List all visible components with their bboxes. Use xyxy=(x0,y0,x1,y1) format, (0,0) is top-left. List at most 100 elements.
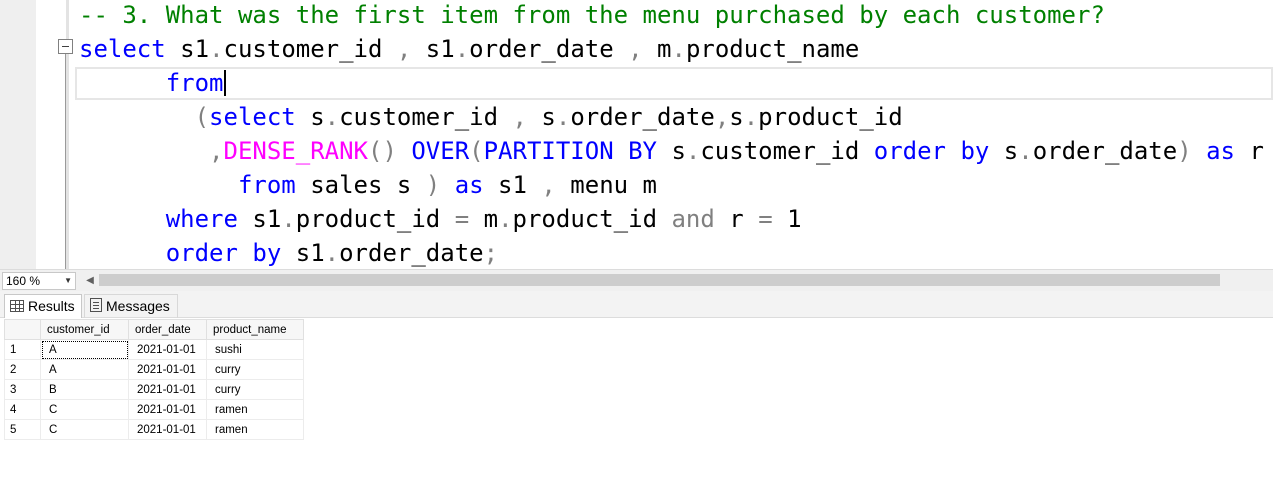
code-token: = xyxy=(758,205,773,233)
code-token: , xyxy=(628,35,643,63)
cell-order-date[interactable]: 2021-01-01 xyxy=(128,339,207,360)
tab-messages-label: Messages xyxy=(106,298,170,314)
table-row[interactable]: 5 C 2021-01-01 ramen xyxy=(4,419,304,440)
code-token: , xyxy=(714,103,730,131)
code-line[interactable]: -- 3. What was the first item from the m… xyxy=(79,0,1105,32)
table-row[interactable]: 4 C 2021-01-01 ramen xyxy=(4,399,304,420)
code-token: customer_id xyxy=(700,137,874,165)
code-line[interactable]: where s1.product_id = m.product_id and r… xyxy=(79,202,802,236)
tab-results[interactable]: Results xyxy=(4,294,82,318)
cell-product-name[interactable]: curry xyxy=(206,359,304,380)
tab-messages[interactable]: Messages xyxy=(84,294,178,318)
grid-icon xyxy=(10,300,24,312)
code-token: , xyxy=(512,103,527,131)
cell-order-date[interactable]: 2021-01-01 xyxy=(128,359,207,380)
code-token: product_id xyxy=(295,205,455,233)
column-header-customer-id[interactable]: customer_id xyxy=(40,319,129,340)
code-line[interactable]: select s1.customer_id , s1.order_date , … xyxy=(79,32,859,66)
code-token: . xyxy=(743,103,759,131)
code-token: as xyxy=(440,171,484,199)
cell-customer-id[interactable]: A xyxy=(40,359,129,380)
code-token: . xyxy=(209,35,224,63)
code-token: customer_id xyxy=(223,35,397,63)
code-token: DENSE_RANK xyxy=(223,137,369,165)
code-token: . xyxy=(671,35,686,63)
query-editor[interactable]: -- 3. What was the first item from the m… xyxy=(0,0,1273,269)
code-line[interactable]: order by s1.order_date; xyxy=(79,236,498,269)
code-token: s xyxy=(526,103,556,131)
code-line[interactable]: from sales s ) as s1 , menu m xyxy=(79,168,657,202)
table-row[interactable]: 3 B 2021-01-01 curry xyxy=(4,379,304,400)
editor-gutter xyxy=(0,0,36,269)
zoom-value: 160 % xyxy=(6,274,41,288)
cell-customer-id[interactable]: C xyxy=(40,399,129,420)
code-token: s1 xyxy=(281,239,325,267)
cell-customer-id[interactable]: C xyxy=(40,419,129,440)
table-row[interactable]: 2 A 2021-01-01 curry xyxy=(4,359,304,380)
cell-product-name[interactable]: sushi xyxy=(206,339,304,360)
code-token: product_id xyxy=(512,205,672,233)
results-grid-area: customer_id order_date product_name 1 A … xyxy=(0,319,1273,486)
code-token: () xyxy=(368,137,397,165)
code-line[interactable]: ,DENSE_RANK() OVER(PARTITION BY s.custom… xyxy=(79,134,1264,168)
cell-product-name[interactable]: ramen xyxy=(206,419,304,440)
cell-product-name[interactable]: curry xyxy=(206,379,304,400)
code-token: order by xyxy=(79,239,282,267)
code-token: s1 xyxy=(411,35,455,63)
code-token: order_date xyxy=(570,103,715,131)
code-token: order by xyxy=(873,137,990,165)
code-token: order_date xyxy=(1032,137,1178,165)
horizontal-scrollbar-thumb[interactable] xyxy=(99,274,1220,286)
tab-results-label: Results xyxy=(28,298,75,314)
code-token: ) xyxy=(1177,137,1192,165)
cell-product-name[interactable]: ramen xyxy=(206,399,304,420)
code-token: . xyxy=(454,35,470,63)
code-token: m xyxy=(469,205,499,233)
row-number[interactable]: 5 xyxy=(4,419,41,440)
cell-order-date[interactable]: 2021-01-01 xyxy=(128,399,207,420)
row-number[interactable]: 1 xyxy=(4,339,41,360)
code-line[interactable]: from xyxy=(79,66,226,100)
code-token: sales s xyxy=(295,171,426,199)
code-token: customer_id xyxy=(339,103,513,131)
code-token: product_id xyxy=(758,103,903,131)
code-token: = xyxy=(454,205,470,233)
row-number[interactable]: 4 xyxy=(4,399,41,420)
editor-status-strip: 160 % ▼ ◀ xyxy=(0,269,1273,291)
code-token: , xyxy=(396,35,412,63)
table-row[interactable]: 1 A 2021-01-01 sushi xyxy=(4,339,304,360)
cell-order-date[interactable]: 2021-01-01 xyxy=(128,379,207,400)
code-token: s xyxy=(729,103,744,131)
code-token: . xyxy=(498,205,513,233)
column-header-product-name[interactable]: product_name xyxy=(206,319,304,340)
code-token: order_date xyxy=(469,35,629,63)
code-token: s xyxy=(989,137,1019,165)
code-token: r xyxy=(1235,137,1264,165)
code-token: product_name xyxy=(685,35,860,63)
cell-order-date[interactable]: 2021-01-01 xyxy=(128,419,207,440)
results-grid: customer_id order_date product_name 1 A … xyxy=(4,319,304,440)
row-number[interactable]: 3 xyxy=(4,379,41,400)
code-token: where xyxy=(79,205,238,233)
row-number[interactable]: 2 xyxy=(4,359,41,380)
code-token: ; xyxy=(483,239,499,267)
code-token: from xyxy=(79,171,296,199)
collapse-toggle-icon[interactable] xyxy=(58,39,73,54)
outline-fold-line xyxy=(65,54,66,269)
row-number-header[interactable] xyxy=(4,319,41,340)
code-token: . xyxy=(324,103,340,131)
code-token: . xyxy=(324,239,340,267)
scroll-left-arrow-icon[interactable]: ◀ xyxy=(83,272,97,290)
text-cursor xyxy=(223,70,226,96)
column-header-order-date[interactable]: order_date xyxy=(128,319,207,340)
code-token: PARTITION BY xyxy=(483,137,657,165)
cell-customer-id[interactable]: A xyxy=(40,339,129,360)
code-token: . xyxy=(281,205,296,233)
header-row: customer_id order_date product_name xyxy=(4,319,304,340)
zoom-dropdown[interactable]: 160 % ▼ xyxy=(2,272,76,290)
code-token: from xyxy=(79,69,224,97)
code-line[interactable]: (select s.customer_id , s.order_date,s.p… xyxy=(79,100,903,134)
code-token: , xyxy=(541,171,556,199)
cell-customer-id[interactable]: B xyxy=(40,379,129,400)
code-token: -- 3. What was the first item from the m… xyxy=(79,1,1105,29)
